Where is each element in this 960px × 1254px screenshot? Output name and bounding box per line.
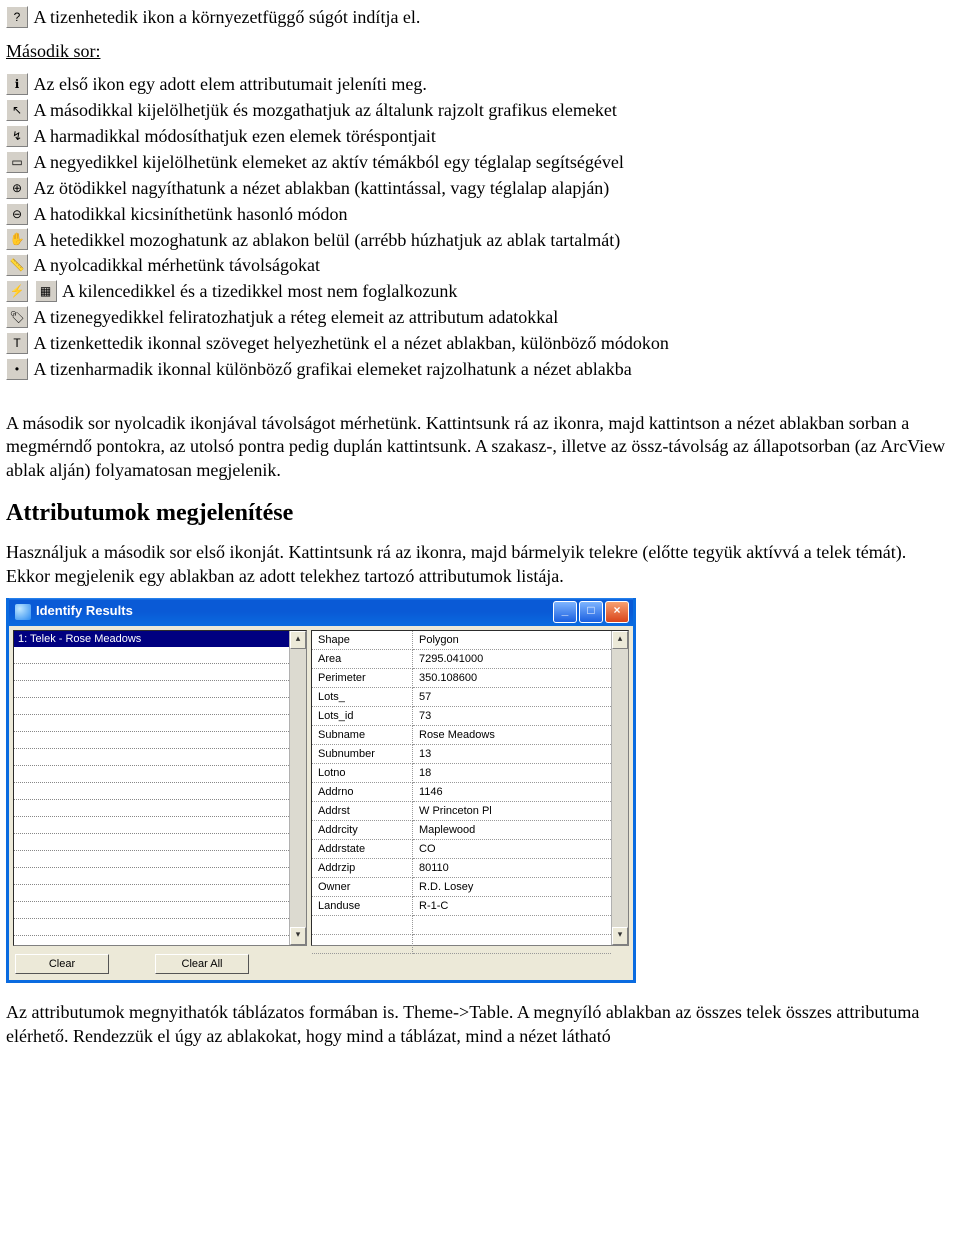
attribute-row[interactable]: AddrcityMaplewood — [312, 820, 611, 839]
row2-item5: Az ötödikkel nagyíthatunk a nézet ablakb… — [34, 178, 610, 198]
attribute-value: 13 — [413, 744, 612, 763]
pointer-icon[interactable]: ↖ — [6, 99, 28, 121]
scroll-up-icon[interactable]: ▴ — [612, 631, 628, 649]
attribute-row[interactable]: Perimeter350.108600 — [312, 668, 611, 687]
row2-item13: A tizenharmadik ikonnal különböző grafik… — [34, 359, 632, 379]
attribute-key: Perimeter — [312, 668, 413, 687]
attribute-row[interactable]: ShapePolygon — [312, 631, 611, 650]
tool10-icon[interactable]: ▦ — [35, 280, 57, 302]
row2-item2: A másodikkal kijelölhetjük és mozgathatj… — [34, 100, 617, 120]
attribute-value: Rose Meadows — [413, 725, 612, 744]
section-title-attributes: Attributumok megjelenítése — [6, 498, 954, 529]
dialog-title: Identify Results — [36, 603, 133, 620]
table-paragraph: Az attributumok megnyithatók táblázatos … — [6, 1001, 954, 1048]
attribute-row[interactable]: OwnerR.D. Losey — [312, 877, 611, 896]
attribute-key: Addrstate — [312, 839, 413, 858]
attribute-key: Lots_ — [312, 687, 413, 706]
attribute-table: ShapePolygonArea7295.041000Perimeter350.… — [312, 631, 611, 954]
attribute-row[interactable]: Addrno1146 — [312, 782, 611, 801]
attribute-row[interactable]: Lots_57 — [312, 687, 611, 706]
attribute-value: CO — [413, 839, 612, 858]
draw-icon[interactable]: • — [6, 358, 28, 380]
row2-item3: A harmadikkal módosíthatjuk ezen elemek … — [34, 126, 436, 146]
scroll-down-icon[interactable]: ▾ — [612, 927, 628, 945]
attribute-value: 73 — [413, 706, 612, 725]
attribute-row[interactable]: AddrstW Princeton Pl — [312, 801, 611, 820]
attributes-paragraph: Használjuk a második sor első ikonját. K… — [6, 541, 954, 588]
attribute-row[interactable]: Lotno18 — [312, 763, 611, 782]
row2-item4: A negyedikkel kijelölhetünk elemeket az … — [34, 152, 624, 172]
app-icon — [15, 604, 31, 620]
attribute-value: R.D. Losey — [413, 877, 612, 896]
attribute-key: Addrcity — [312, 820, 413, 839]
attribute-key: Landuse — [312, 896, 413, 915]
selected-feature-row[interactable]: 1: Telek - Rose Meadows — [14, 631, 289, 647]
vertex-edit-icon[interactable]: ↯ — [6, 125, 28, 147]
help-icon[interactable]: ? — [6, 6, 28, 28]
feature-list-pane[interactable]: 1: Telek - Rose Meadows ▴ ▾ — [13, 630, 307, 946]
attribute-value: 7295.041000 — [413, 649, 612, 668]
close-button[interactable]: × — [605, 601, 629, 623]
maximize-button[interactable]: □ — [579, 601, 603, 623]
dialog-titlebar[interactable]: Identify Results _ □ × — [9, 598, 633, 626]
attribute-key: Lots_id — [312, 706, 413, 725]
info-icon[interactable]: ℹ — [6, 73, 28, 95]
attribute-row[interactable]: LanduseR-1-C — [312, 896, 611, 915]
attribute-value: W Princeton Pl — [413, 801, 612, 820]
row2-item9-10: A kilencedikkel és a tizedikkel most nem… — [62, 281, 457, 301]
rectangle-select-icon[interactable]: ▭ — [6, 151, 28, 173]
attribute-key: Addrzip — [312, 858, 413, 877]
attribute-key: Shape — [312, 631, 413, 650]
attribute-value: Maplewood — [413, 820, 612, 839]
attribute-value: 57 — [413, 687, 612, 706]
minimize-button[interactable]: _ — [553, 601, 577, 623]
line-17-text: A tizenhetedik ikon a környezetfüggő súg… — [34, 7, 421, 27]
attr-scrollbar[interactable]: ▴ ▾ — [611, 631, 628, 945]
row2-item6: A hatodikkal kicsiníthetünk hasonló módo… — [34, 204, 348, 224]
attribute-value: 18 — [413, 763, 612, 782]
attribute-row[interactable]: Lots_id73 — [312, 706, 611, 725]
second-row-label: Második sor: — [6, 40, 954, 63]
zoom-in-icon[interactable]: ⊕ — [6, 177, 28, 199]
attribute-value: 1146 — [413, 782, 612, 801]
row2-item11: A tizenegyedikkel feliratozhatjuk a réte… — [34, 307, 559, 327]
attribute-row[interactable]: SubnameRose Meadows — [312, 725, 611, 744]
row2-item8: A nyolcadikkal mérhetünk távolságokat — [34, 255, 320, 275]
scroll-down-icon[interactable]: ▾ — [290, 927, 306, 945]
attribute-key: Lotno — [312, 763, 413, 782]
scroll-up-icon[interactable]: ▴ — [290, 631, 306, 649]
text-icon[interactable]: T — [6, 332, 28, 354]
pan-icon[interactable]: ✋ — [6, 228, 28, 250]
attribute-row[interactable]: Subnumber13 — [312, 744, 611, 763]
attribute-key: Owner — [312, 877, 413, 896]
attribute-row[interactable]: Addrzip80110 — [312, 858, 611, 877]
list-scrollbar[interactable]: ▴ ▾ — [289, 631, 306, 945]
measure-paragraph: A második sor nyolcadik ikonjával távols… — [6, 412, 954, 482]
clear-button[interactable]: Clear — [15, 954, 109, 974]
tool9-icon[interactable]: ⚡ — [6, 280, 28, 302]
attribute-key: Addrst — [312, 801, 413, 820]
row2-item1: Az első ikon egy adott elem attributumai… — [34, 74, 427, 94]
attribute-pane[interactable]: ShapePolygonArea7295.041000Perimeter350.… — [311, 630, 629, 946]
identify-results-dialog: Identify Results _ □ × 1: Telek - Rose M… — [6, 598, 636, 983]
attribute-key: Subnumber — [312, 744, 413, 763]
attribute-value: 80110 — [413, 858, 612, 877]
attribute-row[interactable]: Area7295.041000 — [312, 649, 611, 668]
attribute-value: Polygon — [413, 631, 612, 650]
attribute-value: R-1-C — [413, 896, 612, 915]
attribute-value: 350.108600 — [413, 668, 612, 687]
zoom-out-icon[interactable]: ⊖ — [6, 203, 28, 225]
row2-item12: A tizenkettedik ikonnal szöveget helyezh… — [34, 333, 669, 353]
attribute-row[interactable]: AddrstateCO — [312, 839, 611, 858]
attribute-key: Area — [312, 649, 413, 668]
label-icon[interactable]: 🏷 — [6, 306, 28, 328]
row2-item7: A hetedikkel mozoghatunk az ablakon belü… — [34, 230, 621, 250]
measure-icon[interactable]: 📏 — [6, 254, 28, 276]
attribute-key: Addrno — [312, 782, 413, 801]
attribute-key: Subname — [312, 725, 413, 744]
clear-all-button[interactable]: Clear All — [155, 954, 249, 974]
